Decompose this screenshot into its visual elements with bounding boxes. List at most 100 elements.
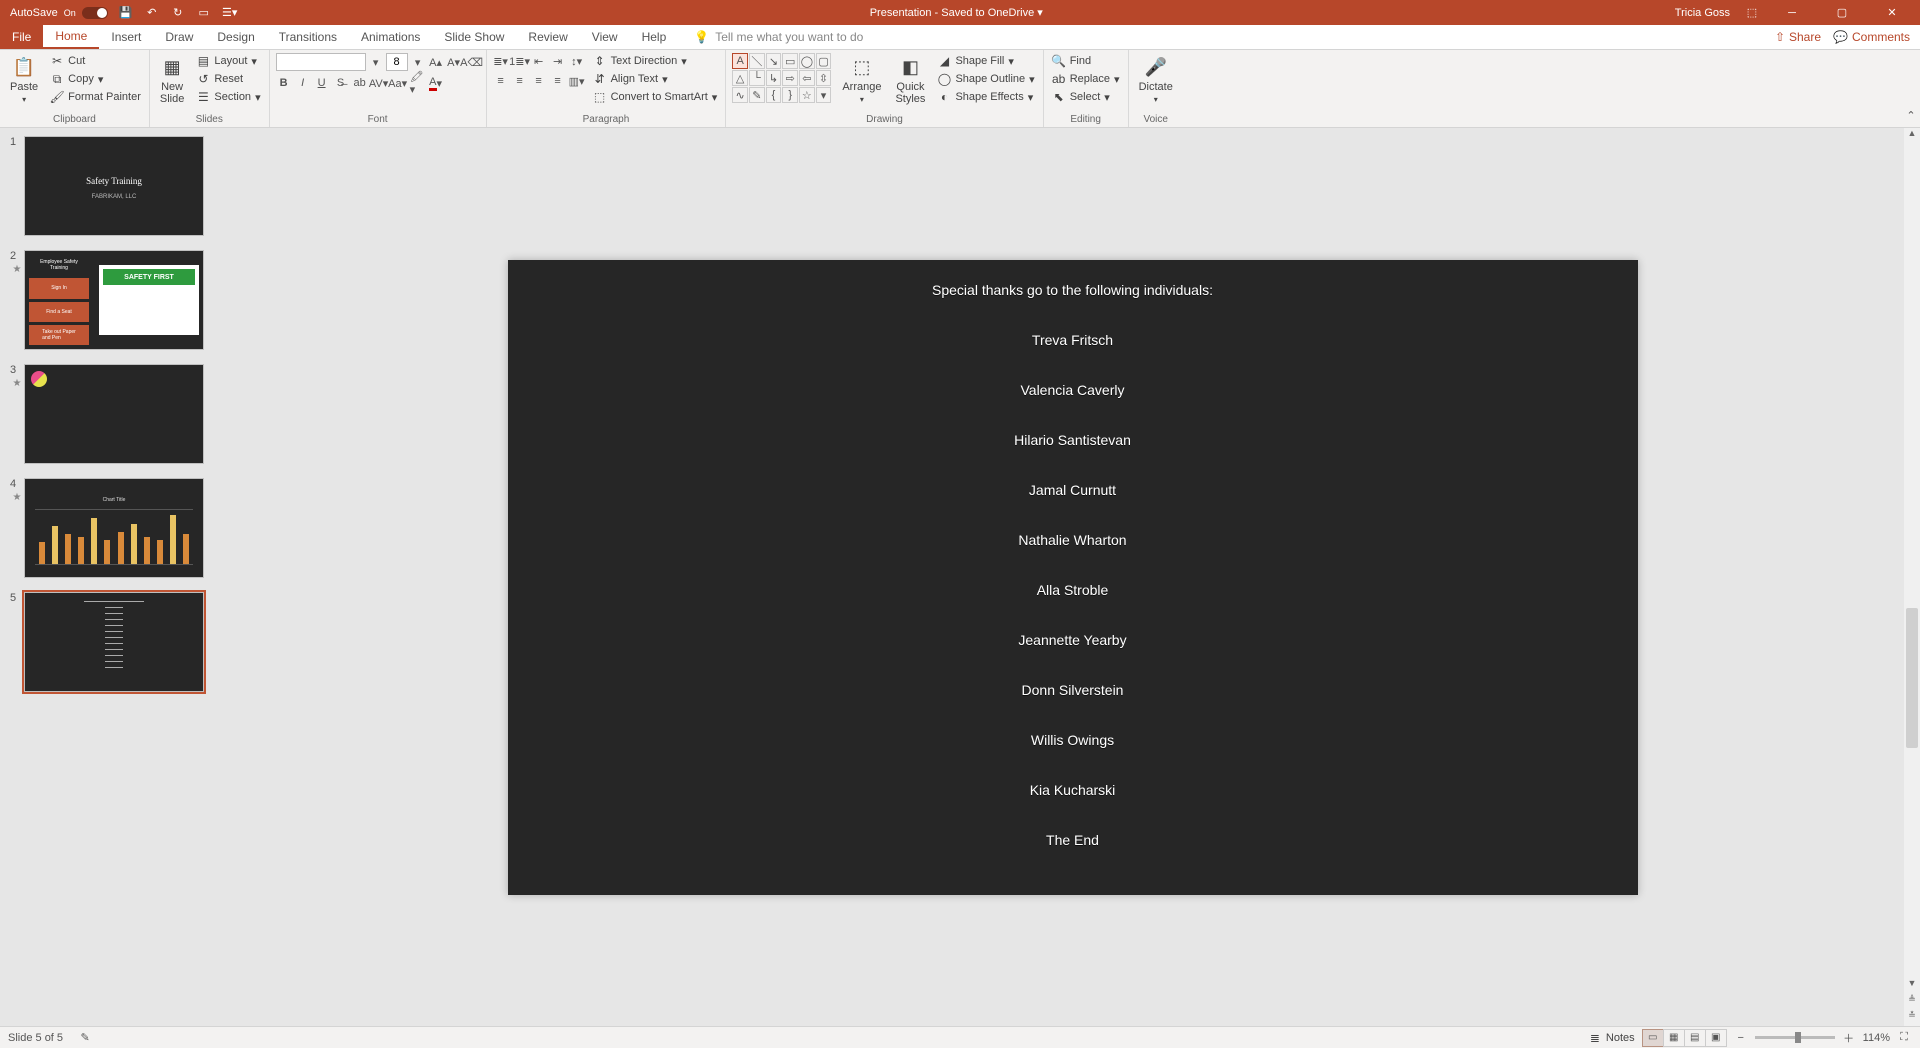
fit-to-window-button[interactable]: ⛶: [1896, 1030, 1912, 1046]
save-icon[interactable]: 💾: [118, 5, 134, 21]
user-name[interactable]: Tricia Goss: [1675, 7, 1730, 19]
shape-freeform-icon[interactable]: ✎: [749, 87, 765, 103]
shape-oval-icon[interactable]: ◯: [799, 53, 815, 69]
quick-styles-button[interactable]: ◧Quick Styles: [891, 53, 929, 107]
start-slideshow-icon[interactable]: ▭: [196, 5, 212, 21]
reading-view-button[interactable]: ▤: [1684, 1029, 1706, 1047]
shape-elbow-arrow-icon[interactable]: ↳: [766, 70, 782, 86]
copy-button[interactable]: ⧉Copy▾: [48, 71, 143, 87]
collapse-ribbon-button[interactable]: ⌃: [1903, 107, 1919, 123]
tab-design[interactable]: Design: [205, 25, 266, 49]
select-button[interactable]: ⬉Select▾: [1050, 89, 1122, 105]
shape-brace-right-icon[interactable]: }: [782, 87, 798, 103]
italic-button[interactable]: I: [295, 75, 311, 91]
ribbon-display-icon[interactable]: ⬚: [1744, 5, 1760, 21]
scroll-up-icon[interactable]: ▲: [1904, 128, 1920, 144]
shapes-more-icon[interactable]: ▾: [816, 87, 832, 103]
line-spacing-button[interactable]: ↕▾: [569, 53, 585, 69]
layout-button[interactable]: ▤Layout▾: [194, 53, 262, 69]
shape-brace-left-icon[interactable]: {: [766, 87, 782, 103]
vertical-scrollbar[interactable]: ▲ ▼ ≜ ≛: [1904, 128, 1920, 1026]
minimize-button[interactable]: ─: [1774, 0, 1810, 25]
tell-me-search[interactable]: 💡 Tell me what you want to do: [678, 25, 863, 49]
replace-button[interactable]: abReplace▾: [1050, 71, 1122, 87]
shapes-gallery[interactable]: A ＼ ↘ ▭ ◯ ▢ △ └ ↳ ⇨ ⇦ ⇳ ∿ ✎: [732, 53, 832, 104]
tab-home[interactable]: Home: [43, 25, 99, 49]
numbering-button[interactable]: 1≣▾: [512, 53, 528, 69]
tab-view[interactable]: View: [580, 25, 630, 49]
slide-5[interactable]: Special thanks go to the following indiv…: [508, 260, 1638, 895]
slide-thumbnail-5[interactable]: [24, 592, 204, 692]
slide-panel[interactable]: 1 Safety Training FABRIKAM, LLC 2★ Emplo…: [0, 128, 225, 1026]
tab-review[interactable]: Review: [516, 25, 579, 49]
slide-thumbnail-1[interactable]: Safety Training FABRIKAM, LLC: [24, 136, 204, 236]
spellcheck-icon[interactable]: ✎: [77, 1030, 93, 1046]
prev-slide-icon[interactable]: ≜: [1904, 994, 1920, 1010]
format-painter-button[interactable]: 🖌Format Painter: [48, 89, 143, 105]
tab-file[interactable]: File: [0, 25, 43, 49]
shadow-button[interactable]: ab: [352, 75, 368, 91]
align-right-button[interactable]: ≡: [531, 73, 547, 89]
cut-button[interactable]: ✂Cut: [48, 53, 143, 69]
shape-line-icon[interactable]: ＼: [749, 53, 765, 69]
chevron-down-icon[interactable]: ▾: [410, 54, 426, 70]
increase-font-icon[interactable]: A▴: [428, 54, 444, 70]
increase-indent-button[interactable]: ⇥: [550, 53, 566, 69]
arrange-button[interactable]: ⬚Arrange▾: [838, 53, 885, 106]
shape-roundrect-icon[interactable]: ▢: [816, 53, 832, 69]
text-direction-button[interactable]: ⇕Text Direction▾: [591, 53, 720, 69]
touch-mode-icon[interactable]: ☰▾: [222, 5, 238, 21]
notes-button[interactable]: ≣Notes: [1586, 1030, 1637, 1046]
dictate-button[interactable]: 🎤Dictate▾: [1135, 53, 1177, 106]
share-button[interactable]: ⇧Share: [1775, 30, 1821, 44]
char-spacing-button[interactable]: AV▾: [371, 75, 387, 91]
smartart-button[interactable]: ⬚Convert to SmartArt▾: [591, 89, 720, 105]
slide-thumbnail-4[interactable]: Chart Title: [24, 478, 204, 578]
tab-transitions[interactable]: Transitions: [267, 25, 349, 49]
decrease-indent-button[interactable]: ⇤: [531, 53, 547, 69]
font-name-input[interactable]: [276, 53, 366, 71]
comments-button[interactable]: 💬Comments: [1833, 30, 1910, 44]
shape-effects-button[interactable]: ◐Shape Effects▾: [935, 89, 1036, 105]
shape-updown-arrow-icon[interactable]: ⇳: [816, 70, 832, 86]
shape-textbox-icon[interactable]: A: [732, 53, 748, 69]
slide-indicator[interactable]: Slide 5 of 5: [8, 1032, 63, 1044]
shape-fill-button[interactable]: ◢Shape Fill▾: [935, 53, 1036, 69]
normal-view-button[interactable]: ▭: [1642, 1029, 1664, 1047]
justify-button[interactable]: ≡: [550, 73, 566, 89]
redo-icon[interactable]: ↻: [170, 5, 186, 21]
shape-right-arrow-icon[interactable]: ⇨: [782, 70, 798, 86]
next-slide-icon[interactable]: ≛: [1904, 1010, 1920, 1026]
strikethrough-button[interactable]: S̶: [333, 75, 349, 91]
sorter-view-button[interactable]: ▦: [1663, 1029, 1685, 1047]
tab-draw[interactable]: Draw: [153, 25, 205, 49]
shape-triangle-icon[interactable]: △: [732, 70, 748, 86]
close-button[interactable]: ✕: [1874, 0, 1910, 25]
clear-format-icon[interactable]: A⌫: [464, 54, 480, 70]
undo-icon[interactable]: ↶: [144, 5, 160, 21]
scroll-down-icon[interactable]: ▼: [1904, 978, 1920, 994]
zoom-out-button[interactable]: −: [1733, 1030, 1749, 1046]
highlight-button[interactable]: 🖍▾: [409, 75, 425, 91]
zoom-slider[interactable]: [1755, 1036, 1835, 1039]
new-slide-button[interactable]: ▦ New Slide: [156, 53, 188, 107]
bullets-button[interactable]: ≣▾: [493, 53, 509, 69]
reset-button[interactable]: ↺Reset: [194, 71, 262, 87]
tab-animations[interactable]: Animations: [349, 25, 432, 49]
shape-curve-icon[interactable]: ∿: [732, 87, 748, 103]
change-case-button[interactable]: Aa▾: [390, 75, 406, 91]
bold-button[interactable]: B: [276, 75, 292, 91]
shape-elbow-icon[interactable]: └: [749, 70, 765, 86]
font-color-button[interactable]: A▾: [428, 75, 444, 91]
zoom-in-button[interactable]: ＋: [1841, 1030, 1857, 1046]
tab-help[interactable]: Help: [630, 25, 679, 49]
shape-outline-button[interactable]: ◯Shape Outline▾: [935, 71, 1036, 87]
font-size-input[interactable]: [386, 53, 408, 71]
slide-canvas[interactable]: Special thanks go to the following indiv…: [225, 128, 1920, 1026]
maximize-button[interactable]: ▢: [1824, 0, 1860, 25]
shape-rect-icon[interactable]: ▭: [782, 53, 798, 69]
chevron-down-icon[interactable]: ▾: [368, 54, 384, 70]
align-text-button[interactable]: ⇵Align Text▾: [591, 71, 720, 87]
zoom-level[interactable]: 114%: [1863, 1032, 1890, 1044]
columns-button[interactable]: ▥▾: [569, 73, 585, 89]
